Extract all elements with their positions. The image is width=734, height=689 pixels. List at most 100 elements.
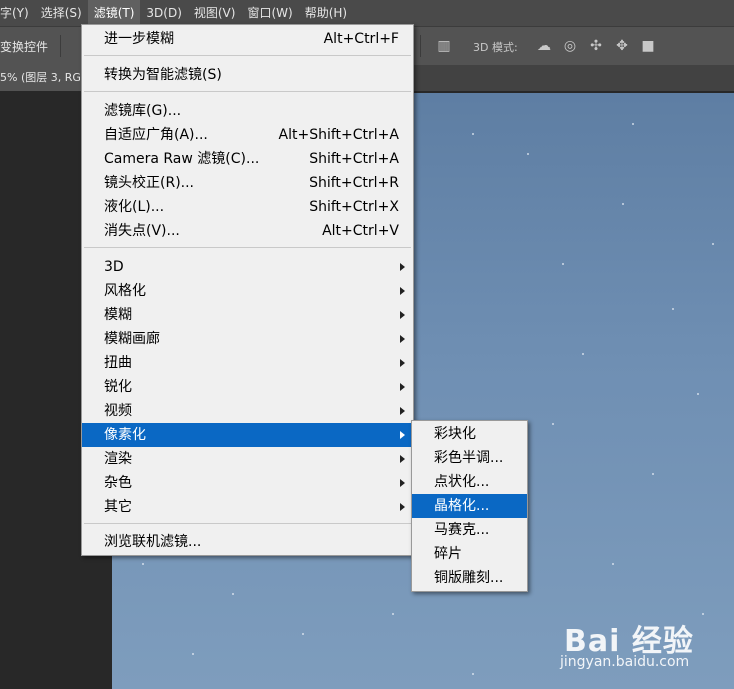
menu-item-camera-raw[interactable]: Camera Raw 滤镜(C)... Shift+Ctrl+A <box>82 147 413 171</box>
menu-item-label: 浏览联机滤镜... <box>104 534 202 550</box>
menu-item-label: 镜头校正(R)... <box>104 175 195 191</box>
menu-type[interactable]: 字(Y) <box>0 0 35 26</box>
snow-speck <box>697 393 699 395</box>
menu-item-label: 自适应广角(A)... <box>104 127 208 143</box>
menu-item-label: 彩块化 <box>434 426 476 442</box>
submenu-noise[interactable]: 杂色 <box>82 471 413 495</box>
menu-separator <box>84 247 411 248</box>
options-divider <box>420 35 421 57</box>
menu-item-label: 风格化 <box>104 283 146 299</box>
menu-item-label: 像素化 <box>104 427 146 443</box>
snow-speck <box>392 613 394 615</box>
menu-separator <box>84 55 411 56</box>
menu-item-label: 点状化... <box>434 474 490 490</box>
submenu-3d[interactable]: 3D <box>82 255 413 279</box>
submenu-arrow-icon <box>400 455 405 463</box>
snow-speck <box>527 153 529 155</box>
snow-speck <box>622 203 624 205</box>
roll-3d-icon[interactable]: ◎ <box>562 38 578 54</box>
submenu-other[interactable]: 其它 <box>82 495 413 519</box>
snow-speck <box>472 133 474 135</box>
menu-item-liquify[interactable]: 液化(L)... Shift+Ctrl+X <box>82 195 413 219</box>
menu-item-label: 彩色半调... <box>434 450 504 466</box>
menu-help[interactable]: 帮助(H) <box>299 0 353 26</box>
submenu-arrow-icon <box>400 479 405 487</box>
submenu-video[interactable]: 视频 <box>82 399 413 423</box>
snow-speck <box>232 593 234 595</box>
submenu-stylize[interactable]: 风格化 <box>82 279 413 303</box>
menu-item-label: 锐化 <box>104 379 132 395</box>
menu-item-label: 渲染 <box>104 451 132 467</box>
menu-item-label: 转换为智能滤镜(S) <box>104 67 222 83</box>
menu-item-label: 其它 <box>104 499 132 515</box>
menu-window[interactable]: 窗口(W) <box>241 0 298 26</box>
menu-item-fragment[interactable]: 碎片 <box>412 542 527 566</box>
menu-item-vanishing-point[interactable]: 消失点(V)... Alt+Ctrl+V <box>82 219 413 243</box>
menu-item-shortcut: Alt+Ctrl+F <box>323 31 399 47</box>
snow-speck <box>192 653 194 655</box>
menu-item-shortcut: Alt+Shift+Ctrl+A <box>278 127 399 143</box>
submenu-arrow-icon <box>400 431 405 439</box>
menu-item-label: 视频 <box>104 403 132 419</box>
submenu-render[interactable]: 渲染 <box>82 447 413 471</box>
submenu-arrow-icon <box>400 407 405 415</box>
drag-3d-icon[interactable]: ✣ <box>588 38 604 54</box>
menu-item-label: 晶格化... <box>434 498 490 514</box>
snow-speck <box>142 563 144 565</box>
submenu-arrow-icon <box>400 263 405 271</box>
menu-item-color-halftone[interactable]: 彩色半调... <box>412 446 527 470</box>
menu-item-further-blur[interactable]: 进一步模糊 Alt+Ctrl+F <box>82 27 413 51</box>
menu-item-convert-smart-filters[interactable]: 转换为智能滤镜(S) <box>82 63 413 87</box>
submenu-distort[interactable]: 扭曲 <box>82 351 413 375</box>
menu-view[interactable]: 视图(V) <box>188 0 242 26</box>
menu-item-label: 进一步模糊 <box>104 31 174 47</box>
scale-3d-icon[interactable]: ■ <box>640 38 656 54</box>
menu-separator <box>84 91 411 92</box>
menu-item-adaptive-wide-angle[interactable]: 自适应广角(A)... Alt+Shift+Ctrl+A <box>82 123 413 147</box>
menu-item-facet[interactable]: 彩块化 <box>412 422 527 446</box>
menu-item-crystallize[interactable]: 晶格化... <box>412 494 527 518</box>
menu-item-browse-online-filters[interactable]: 浏览联机滤镜... <box>82 530 413 554</box>
options-divider <box>60 35 61 57</box>
menu-separator <box>84 523 411 524</box>
3d-mode-label: 3D 模式: <box>473 41 518 54</box>
menu-item-label: 铜版雕刻... <box>434 570 504 586</box>
submenu-arrow-icon <box>400 503 405 511</box>
menu-item-mosaic[interactable]: 马赛克... <box>412 518 527 542</box>
submenu-blur-gallery[interactable]: 模糊画廊 <box>82 327 413 351</box>
menu-item-shortcut: Shift+Ctrl+R <box>309 175 399 191</box>
snow-speck <box>552 423 554 425</box>
menu-filter[interactable]: 滤镜(T) <box>87 0 141 26</box>
menu-item-lens-correction[interactable]: 镜头校正(R)... Shift+Ctrl+R <box>82 171 413 195</box>
distribute-icon[interactable]: ▥ <box>436 38 452 54</box>
menu-item-label: 3D <box>104 259 124 275</box>
menu-item-label: 模糊画廊 <box>104 331 160 347</box>
snow-speck <box>472 673 474 675</box>
menu-item-label: 碎片 <box>434 546 462 562</box>
rotate-3d-icon[interactable]: ☁ <box>536 38 552 54</box>
menu-item-mezzotint[interactable]: 铜版雕刻... <box>412 566 527 590</box>
submenu-blur[interactable]: 模糊 <box>82 303 413 327</box>
menu-item-filter-gallery[interactable]: 滤镜库(G)... <box>82 99 413 123</box>
submenu-pixelate[interactable]: 像素化 <box>82 423 413 447</box>
snow-speck <box>652 473 654 475</box>
snow-speck <box>562 263 564 265</box>
submenu-arrow-icon <box>400 335 405 343</box>
menu-item-shortcut: Shift+Ctrl+A <box>309 151 399 167</box>
menu-item-label: 扭曲 <box>104 355 132 371</box>
menu-item-label: Camera Raw 滤镜(C)... <box>104 151 260 167</box>
submenu-arrow-icon <box>400 383 405 391</box>
baidu-jingyan-watermark: Bai 经验 jingyan.baidu.com <box>560 612 730 682</box>
watermark-url: jingyan.baidu.com <box>560 654 690 670</box>
menu-3d[interactable]: 3D(D) <box>140 0 187 26</box>
submenu-sharpen[interactable]: 锐化 <box>82 375 413 399</box>
snow-speck <box>582 353 584 355</box>
menu-select[interactable]: 选择(S) <box>35 0 88 26</box>
slide-3d-icon[interactable]: ✥ <box>614 38 630 54</box>
submenu-arrow-icon <box>400 359 405 367</box>
transform-controls-label[interactable]: 变换控件 <box>0 38 48 55</box>
menu-item-label: 马赛克... <box>434 522 490 538</box>
menu-item-label: 滤镜库(G)... <box>104 103 182 119</box>
snow-speck <box>672 308 674 310</box>
menu-item-pointillize[interactable]: 点状化... <box>412 470 527 494</box>
